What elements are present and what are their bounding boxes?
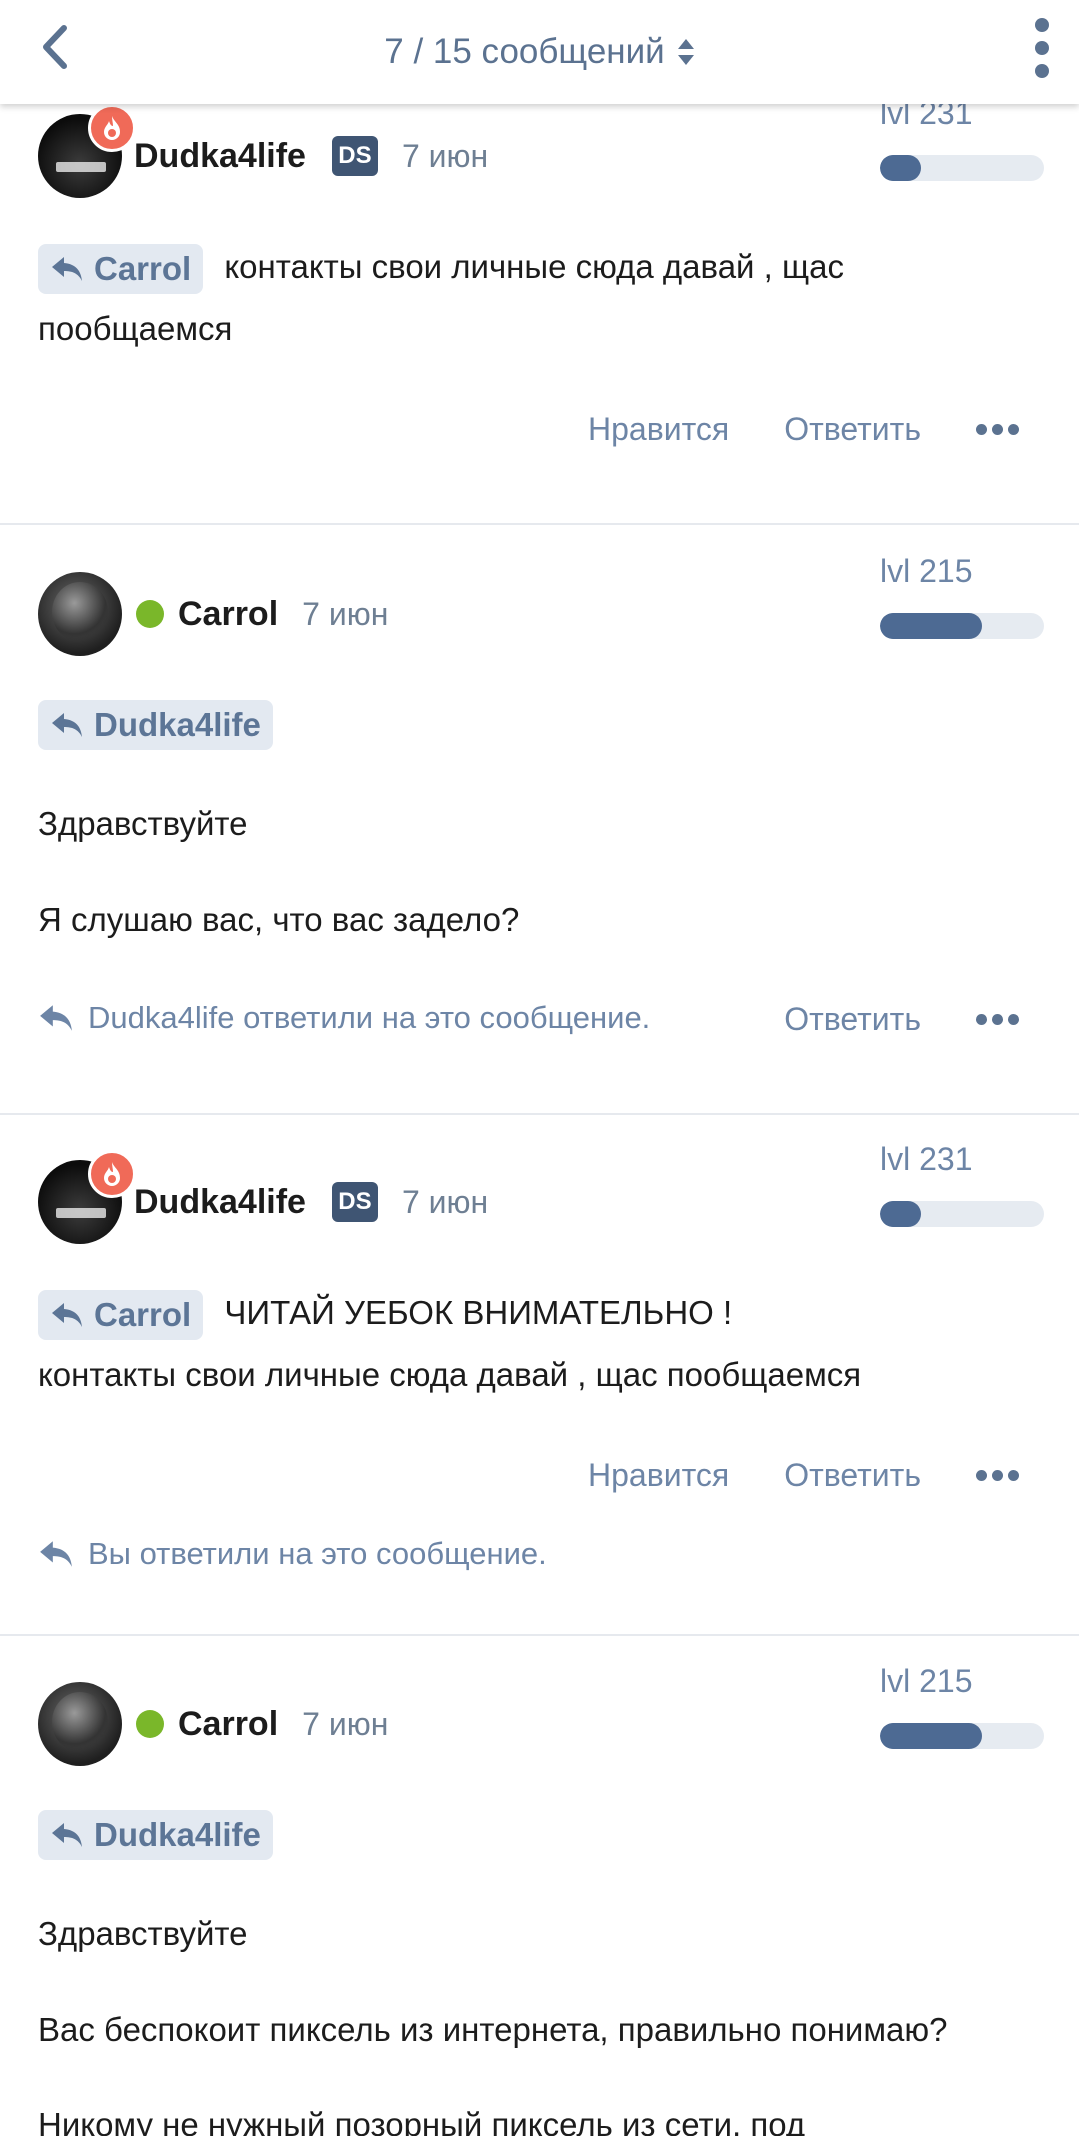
level-progress-bar xyxy=(880,1723,1044,1749)
ds-badge: DS xyxy=(331,1182,378,1222)
fire-icon xyxy=(88,1150,136,1198)
level-label: lvl 215 xyxy=(880,1663,973,1699)
reply-button[interactable]: Ответить xyxy=(784,1001,921,1038)
post-date: 7 июн xyxy=(401,137,489,174)
post-body: Carrol ЧИТАЙ УЕБОК ВНИМАТЕЛЬНО ! контакт… xyxy=(38,1282,1048,1406)
more-horizontal-icon[interactable] xyxy=(976,1469,1019,1481)
reply-button[interactable]: Ответить xyxy=(784,1457,921,1494)
divider xyxy=(0,523,1079,525)
post-text-line: пообщаемся xyxy=(38,310,233,347)
level-label: lvl 215 xyxy=(880,553,973,589)
reply-notice[interactable]: Dudka4life ответили на это сообщение. xyxy=(38,1000,650,1036)
message-counter-dropdown[interactable]: 7 / 15 сообщений xyxy=(384,32,694,72)
post-body: Carrol контакты свои личные сюда давай ,… xyxy=(38,236,1048,360)
reply-to-name: Carrol xyxy=(94,250,192,288)
more-horizontal-icon[interactable] xyxy=(976,1013,1019,1025)
post-header: Dudka4life DS 7 июн xyxy=(38,104,489,198)
reply-to-name: Dudka4life xyxy=(94,706,261,743)
online-indicator xyxy=(136,1710,164,1738)
post-date: 7 июн xyxy=(302,1705,389,1742)
reply-arrow-icon xyxy=(40,1541,72,1567)
chevron-left-icon xyxy=(43,25,67,69)
more-vertical-icon[interactable] xyxy=(1027,18,1057,78)
level-progress-fill xyxy=(880,155,921,181)
sort-updown-icon xyxy=(677,38,695,66)
avatar[interactable] xyxy=(38,1150,136,1244)
reply-notice-text: Dudka4life ответили на это сообщение. xyxy=(88,1000,651,1035)
post-paragraph: Вас беспокоит пиксель из интернета, прав… xyxy=(38,2011,948,2048)
post-paragraph: Здравствуйте xyxy=(38,805,248,842)
reply-to-chip[interactable]: Carrol xyxy=(38,1290,204,1341)
reply-arrow-icon xyxy=(52,1303,82,1328)
author-name[interactable]: Dudka4life xyxy=(134,1183,306,1222)
online-indicator xyxy=(136,600,164,628)
post-date: 7 июн xyxy=(401,1183,489,1220)
post-text-line: ЧИТАЙ УЕБОК ВНИМАТЕЛЬНО ! xyxy=(224,1294,733,1331)
post-text-line: контакты свои личные сюда давай , щас по… xyxy=(38,1356,862,1393)
author-name[interactable]: Dudka4life xyxy=(134,137,306,176)
author-name[interactable]: Carrol xyxy=(178,595,278,634)
fire-icon xyxy=(88,104,136,152)
reply-to-name: Dudka4life xyxy=(94,1816,261,1853)
level-progress-fill xyxy=(880,1723,982,1749)
reply-arrow-icon xyxy=(40,1005,72,1031)
reply-button[interactable]: Ответить xyxy=(784,411,921,448)
level-progress-fill xyxy=(880,613,982,639)
reply-notice-text: Вы ответили на это сообщение. xyxy=(88,1536,547,1571)
post-date: 7 июн xyxy=(302,595,389,632)
reply-to-chip[interactable]: Dudka4life xyxy=(38,700,273,750)
reply-to-chip[interactable]: Carrol xyxy=(38,244,204,295)
like-button[interactable]: Нравится xyxy=(588,411,729,448)
avatar[interactable] xyxy=(38,1682,122,1766)
post-actions: Нравится Ответить xyxy=(588,1450,1079,1500)
reply-arrow-icon xyxy=(52,257,82,282)
ds-badge: DS xyxy=(331,136,378,176)
divider xyxy=(0,1113,1079,1115)
level-progress-bar xyxy=(880,613,1044,639)
top-bar: 7 / 15 сообщений xyxy=(0,0,1079,104)
divider xyxy=(0,1634,1079,1636)
level-label: lvl 231 xyxy=(880,1141,973,1177)
post-paragraph: Я слушаю вас, что вас задело? xyxy=(38,901,520,938)
post-text-line: контакты свои личные сюда давай , щас xyxy=(224,248,844,285)
level-progress-bar xyxy=(880,155,1044,181)
avatar[interactable] xyxy=(38,572,122,656)
reply-notice[interactable]: Вы ответили на это сообщение. xyxy=(38,1536,547,1572)
avatar[interactable] xyxy=(38,104,136,198)
post-paragraph: Никому не нужный позорный пиксель из сет… xyxy=(38,2106,806,2136)
level-progress-fill xyxy=(880,1201,921,1227)
more-horizontal-icon[interactable] xyxy=(976,423,1019,435)
post-header: Carrol 7 июн xyxy=(38,1682,388,1766)
level-progress-bar xyxy=(880,1201,1044,1227)
reply-to-chip[interactable]: Dudka4life xyxy=(38,1810,273,1860)
reply-arrow-icon xyxy=(52,713,82,737)
reply-arrow-icon xyxy=(52,1823,82,1847)
reply-to-name: Carrol xyxy=(94,1296,192,1334)
post-paragraph: Здравствуйте xyxy=(38,1915,248,1952)
like-button[interactable]: Нравится xyxy=(588,1457,729,1494)
message-counter: 7 / 15 сообщений xyxy=(384,32,665,71)
post-header: Dudka4life DS 7 июн xyxy=(38,1150,489,1244)
post-actions: Ответить xyxy=(784,994,1079,1044)
post-actions: Нравится Ответить xyxy=(588,404,1079,454)
author-name[interactable]: Carrol xyxy=(178,1705,278,1744)
post-header: Carrol 7 июн xyxy=(38,572,388,656)
back-button[interactable] xyxy=(30,22,80,72)
